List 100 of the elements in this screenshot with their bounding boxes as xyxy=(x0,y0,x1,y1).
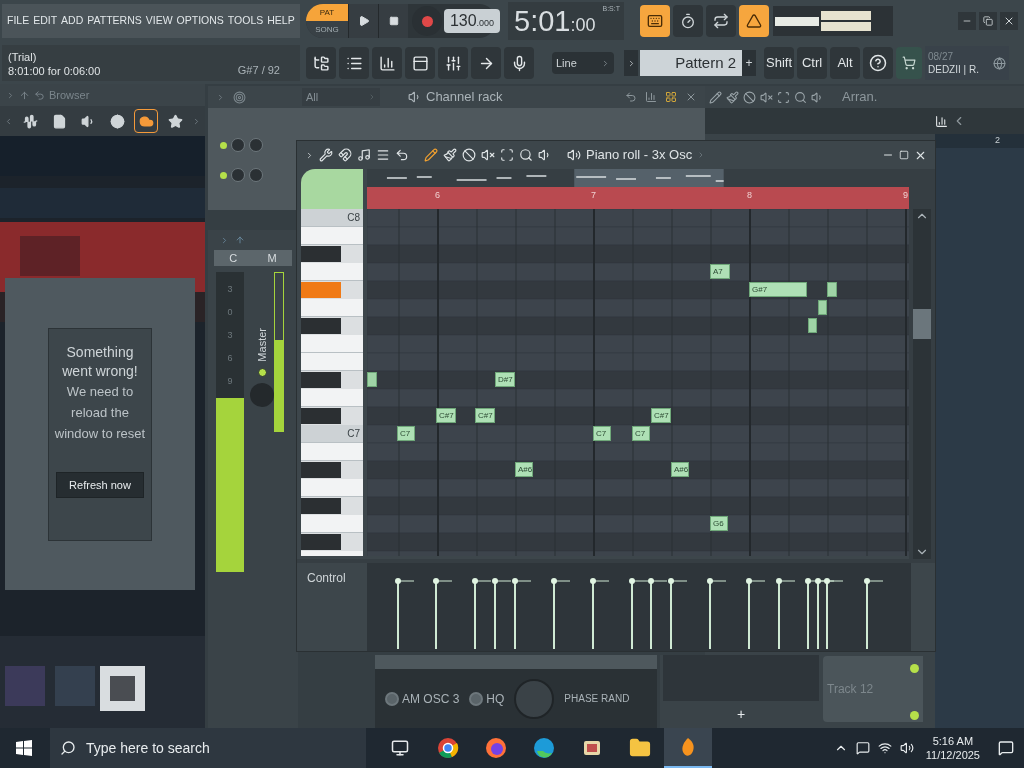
tool-icon[interactable] xyxy=(760,90,773,104)
track-led[interactable] xyxy=(257,367,267,377)
menu-item[interactable]: TOOLS xyxy=(227,13,264,29)
option-toggle[interactable]: HQ xyxy=(469,689,505,708)
natural-key[interactable]: C7 xyxy=(301,425,363,443)
help-button[interactable] xyxy=(863,47,893,79)
mode-toggle[interactable]: PAT xyxy=(306,4,348,21)
toggle-button[interactable] xyxy=(673,5,703,37)
magnet-icon[interactable] xyxy=(338,148,352,162)
menu-icon[interactable] xyxy=(376,148,390,162)
mute-icon[interactable] xyxy=(481,148,495,162)
note[interactable]: C#7 xyxy=(475,408,495,423)
fader-drawing[interactable] xyxy=(274,272,284,432)
network-icon[interactable] xyxy=(877,741,892,755)
note[interactable]: A#6 xyxy=(671,462,689,477)
modifier-key-button[interactable]: Ctrl xyxy=(797,47,827,79)
add-pattern-button[interactable]: + xyxy=(742,50,756,76)
note[interactable]: D#7 xyxy=(495,372,515,387)
task-view-icon[interactable] xyxy=(391,739,409,757)
track-led[interactable] xyxy=(910,664,919,673)
clock-date[interactable]: 11/12/2025 xyxy=(925,748,980,762)
menu-item[interactable]: OPTIONS xyxy=(176,13,224,29)
shop-button[interactable] xyxy=(896,47,922,79)
scroll-thumb[interactable] xyxy=(913,309,931,339)
tool-icon[interactable] xyxy=(811,90,824,104)
note[interactable]: C7 xyxy=(593,426,611,441)
volume-knob[interactable] xyxy=(249,168,263,182)
track-led[interactable] xyxy=(910,711,919,720)
toggle-button[interactable] xyxy=(640,5,670,37)
playlist-grid[interactable]: 2 xyxy=(935,134,1024,728)
plugin-button[interactable] xyxy=(471,47,501,79)
browser-icon[interactable] xyxy=(437,737,459,759)
search-icon[interactable] xyxy=(519,148,533,162)
volume-knob[interactable] xyxy=(249,138,263,152)
lane-label[interactable]: Control xyxy=(307,569,346,587)
news-panel[interactable]: 08/27 DEDZII | R. xyxy=(925,46,1009,80)
refresh-button[interactable]: Refresh now xyxy=(56,472,144,498)
mixer-button[interactable] xyxy=(438,47,468,79)
toggle-button[interactable] xyxy=(706,5,736,37)
close-button[interactable] xyxy=(1000,12,1018,30)
note[interactable]: C7 xyxy=(632,426,650,441)
brush-icon[interactable] xyxy=(443,148,457,162)
vertical-scrollbar[interactable] xyxy=(913,209,931,559)
menu-item[interactable]: FILE xyxy=(7,13,30,29)
note[interactable]: C7 xyxy=(397,426,415,441)
playlist-button[interactable] xyxy=(339,47,369,79)
blocked-icon[interactable] xyxy=(462,148,476,162)
option-toggle[interactable]: AM OSC 3 xyxy=(385,689,460,708)
play-button[interactable] xyxy=(348,4,378,38)
modifier-key-button[interactable]: Shift xyxy=(764,47,794,79)
browser-button[interactable] xyxy=(306,47,336,79)
search-field[interactable]: Type here to search xyxy=(50,728,366,768)
pencil-icon[interactable] xyxy=(424,148,438,162)
clock-time[interactable]: 5:16 AM xyxy=(932,734,974,748)
mode-toggle[interactable]: SONG xyxy=(306,21,348,38)
notification-icon[interactable] xyxy=(855,741,870,755)
add-button[interactable]: + xyxy=(660,701,822,728)
note[interactable]: G#7 xyxy=(749,282,807,297)
browser-icon[interactable] xyxy=(533,737,555,759)
tool-icon[interactable] xyxy=(709,90,722,104)
piano-roll-button[interactable] xyxy=(372,47,402,79)
record-audio-button[interactable] xyxy=(504,47,534,79)
pattern-overview-drawing[interactable] xyxy=(367,169,909,187)
restore-button[interactable] xyxy=(979,12,997,30)
pan-knob[interactable] xyxy=(231,138,245,152)
tool-icon[interactable] xyxy=(743,90,756,104)
channel-rack-button[interactable] xyxy=(405,47,435,79)
modifier-key-button[interactable]: Alt xyxy=(830,47,860,79)
note[interactable]: A#6 xyxy=(515,462,533,477)
maximize-icon[interactable] xyxy=(899,150,909,160)
wrench-icon[interactable] xyxy=(319,148,333,162)
tempo-display[interactable]: 130.000 xyxy=(444,9,500,33)
channel-led[interactable] xyxy=(220,171,227,179)
tool-icon[interactable] xyxy=(726,90,739,104)
browser-tab[interactable] xyxy=(134,109,158,133)
folder-icon[interactable] xyxy=(629,737,651,759)
timeline-ruler[interactable]: 6 7 8 9 xyxy=(367,187,909,209)
windows-logo-icon[interactable] xyxy=(16,740,32,756)
minimize-button[interactable] xyxy=(958,12,976,30)
snap-dropdown[interactable]: Line xyxy=(552,52,614,74)
stop-button[interactable] xyxy=(378,4,408,38)
volume-icon[interactable] xyxy=(899,741,914,755)
action-center-icon[interactable] xyxy=(998,740,1014,756)
pattern-selector[interactable]: Pattern 2 xyxy=(640,50,742,76)
natural-key[interactable]: C8 xyxy=(301,209,363,227)
velocity-bars-drawing[interactable] xyxy=(367,563,911,651)
toggle-button[interactable] xyxy=(739,5,769,37)
undo-icon[interactable] xyxy=(395,148,409,162)
tool-icon[interactable] xyxy=(777,90,790,104)
menu-item[interactable]: HELP xyxy=(267,13,295,29)
note[interactable]: A7 xyxy=(710,264,730,279)
note[interactable]: G6 xyxy=(710,516,728,531)
note[interactable]: C#7 xyxy=(651,408,671,423)
tool-icon[interactable] xyxy=(794,90,807,104)
note-grid[interactable]: C7 C#7 C#7 D#7 A#6 C7 C7 C#7 A#6 A7 G6 G#7 xyxy=(367,209,909,556)
channel-led[interactable] xyxy=(220,141,227,149)
menu-item[interactable]: EDIT xyxy=(33,13,58,29)
menu-item[interactable]: VIEW xyxy=(145,13,173,29)
pan-knob[interactable] xyxy=(231,168,245,182)
menu-item[interactable]: ADD xyxy=(61,13,84,29)
